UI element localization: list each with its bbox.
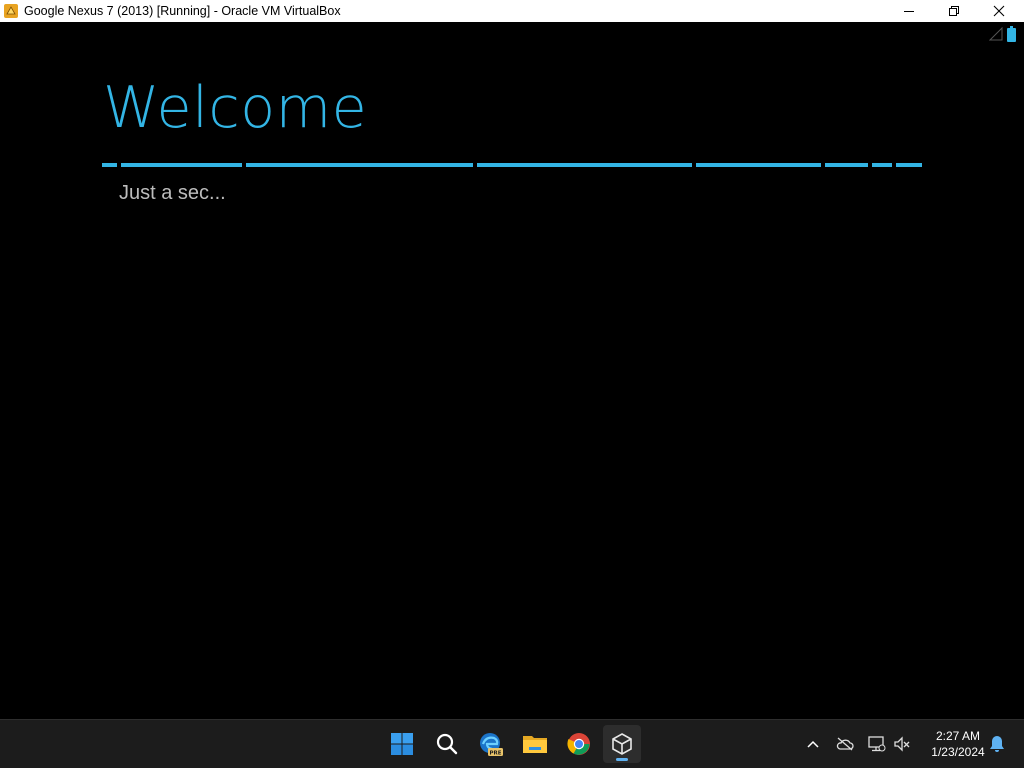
virtualbox-app-icon <box>4 4 18 18</box>
show-hidden-icons-button[interactable] <box>802 732 824 756</box>
restore-button[interactable] <box>931 0 977 22</box>
bell-icon <box>990 736 1004 752</box>
edge-pre-icon: PRE <box>480 733 503 757</box>
active-app-indicator <box>616 758 628 761</box>
virtualbox-taskbar-button[interactable] <box>603 725 641 763</box>
taskbar: PRE 2:27 AM 1/23/2024 <box>0 719 1024 768</box>
loading-message: Just a sec... <box>119 182 226 204</box>
file-explorer-button[interactable] <box>516 725 554 763</box>
close-button[interactable] <box>976 0 1022 22</box>
virtualbox-icon <box>612 733 632 755</box>
window-title: Google Nexus 7 (2013) [Running] - Oracle… <box>24 4 341 18</box>
onedrive-tray-button[interactable] <box>834 732 856 756</box>
network-icon <box>868 736 886 752</box>
battery-icon <box>1007 26 1016 42</box>
onedrive-offline-icon <box>836 737 854 751</box>
restore-icon <box>949 6 959 16</box>
start-button[interactable] <box>383 725 421 763</box>
volume-muted-icon <box>894 736 910 752</box>
setup-progress-bar <box>102 163 922 167</box>
edge-preview-button[interactable]: PRE <box>472 725 510 763</box>
welcome-title: Welcome <box>103 75 368 141</box>
minimize-button[interactable] <box>886 0 932 22</box>
svg-text:PRE: PRE <box>489 751 501 757</box>
signal-icon <box>989 27 1003 41</box>
minimize-icon <box>904 11 914 12</box>
chrome-button[interactable] <box>560 725 598 763</box>
chrome-icon <box>567 733 590 755</box>
search-button[interactable] <box>428 725 466 763</box>
close-icon <box>993 5 1005 17</box>
folder-icon <box>523 736 547 753</box>
network-tray-button[interactable] <box>866 732 888 756</box>
vm-display[interactable]: Welcome Just a sec... <box>0 22 1024 719</box>
windows-start-icon <box>391 733 413 755</box>
volume-tray-button[interactable] <box>891 732 913 756</box>
notifications-button[interactable] <box>986 732 1008 756</box>
window-titlebar[interactable]: Google Nexus 7 (2013) [Running] - Oracle… <box>0 0 1024 22</box>
search-icon <box>436 733 458 755</box>
chevron-up-icon <box>807 740 819 748</box>
android-status-bar <box>989 26 1016 42</box>
